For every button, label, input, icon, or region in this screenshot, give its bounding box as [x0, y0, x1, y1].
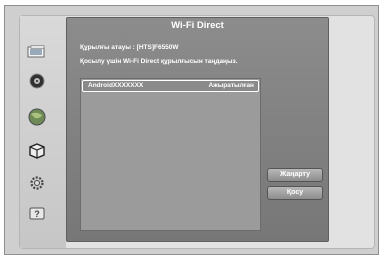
device-list — [80, 78, 261, 231]
globe-icon[interactable] — [25, 108, 49, 126]
music-disc-icon[interactable] — [25, 72, 49, 90]
globe-icon-graphic — [28, 108, 46, 126]
refresh-button[interactable]: Жаңарту — [267, 168, 323, 182]
help-icon[interactable]: ? — [25, 205, 49, 223]
svg-text:?: ? — [34, 209, 40, 219]
instruction-line: Қосылу үшін Wi-Fi Direct құрылғысын таңд… — [80, 58, 238, 65]
settings-gear-icon[interactable] — [25, 174, 49, 192]
connect-button[interactable]: Қосу — [267, 186, 323, 200]
photos-icon[interactable] — [25, 43, 49, 61]
music-disc-icon-graphic — [29, 73, 45, 89]
settings-gear-icon-graphic — [30, 176, 44, 190]
device-list-item[interactable]: AndroidXXXXXXX Ажыратылған — [82, 80, 259, 92]
box-icon-graphic — [29, 143, 45, 159]
device-status: Ажыратылған — [208, 82, 254, 89]
help-icon-graphic: ? — [29, 207, 45, 220]
box-icon[interactable] — [25, 142, 49, 160]
device-name-line: Құрылғы атауы : [HTS]F6550W — [80, 44, 179, 51]
dialog-title: Wi-Fi Direct — [171, 20, 224, 31]
photos-icon-graphic — [27, 45, 45, 58]
device-name: AndroidXXXXXXX — [88, 82, 144, 89]
